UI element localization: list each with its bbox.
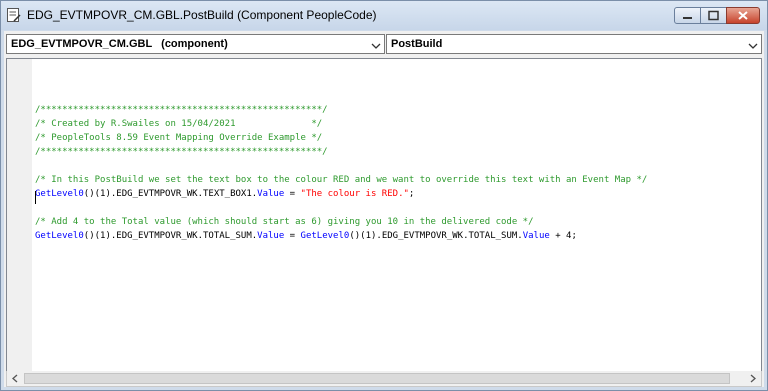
code-token: ()(1).EDG_EVTMPOVR_WK.TOTAL_SUM.	[349, 231, 523, 241]
chevron-down-icon[interactable]	[747, 39, 759, 51]
code-window-icon	[7, 8, 21, 23]
code-token: =	[284, 189, 301, 199]
code-area[interactable]: /***************************************…	[35, 61, 761, 371]
minimize-icon	[675, 8, 700, 23]
code-token: ;	[408, 189, 415, 199]
code-token: Value	[257, 231, 285, 241]
code-token: =	[284, 231, 301, 241]
code-editor[interactable]: /***************************************…	[6, 58, 762, 372]
code-token: ()(1).EDG_EVTMPOVR_WK.TOTAL_SUM.	[83, 231, 258, 241]
code-token: "The colour is RED."	[300, 189, 409, 199]
close-icon	[727, 8, 759, 23]
code-line: GetLevel0()(1).EDG_EVTMPOVR_WK.TOTAL_SUM…	[35, 229, 761, 243]
scrollbar-thumb[interactable]	[24, 373, 730, 384]
minimize-button[interactable]	[674, 7, 701, 24]
maximize-icon	[701, 8, 726, 23]
event-select-value: PostBuild	[391, 38, 443, 50]
text-caret	[35, 191, 36, 204]
code-line: /* Add 4 to the Total value (which shoul…	[35, 215, 761, 229]
code-token: /***************************************…	[35, 147, 328, 157]
peoplecode-editor-window: EDG_EVTMPOVR_CM.GBL.PostBuild (Component…	[0, 0, 768, 391]
horizontal-scrollbar[interactable]	[6, 371, 762, 387]
code-token: Value	[522, 231, 550, 241]
scroll-left-icon[interactable]	[7, 371, 23, 386]
code-token: /* PeopleTools 8.59 Event Mapping Overri…	[35, 133, 323, 143]
code-line: GetLevel0()(1).EDG_EVTMPOVR_WK.TEXT_BOX1…	[35, 187, 761, 201]
code-token: + 4;	[549, 231, 577, 241]
code-line: /* PeopleTools 8.59 Event Mapping Overri…	[35, 131, 761, 145]
scroll-right-icon[interactable]	[745, 371, 761, 386]
editor-gutter	[7, 59, 32, 371]
chevron-down-icon[interactable]	[370, 39, 382, 51]
code-token: Value	[257, 189, 285, 199]
code-token: GetLevel0	[300, 231, 350, 241]
close-button[interactable]	[726, 7, 760, 24]
code-token: /* Created by R.Swailes on 15/04/2021 */	[35, 119, 323, 129]
code-token: /* In this PostBuild we set the text box…	[35, 175, 648, 185]
maximize-button[interactable]	[700, 7, 727, 24]
object-select[interactable]: EDG_EVTMPOVR_CM.GBL (component)	[6, 34, 385, 54]
code-line: /* In this PostBuild we set the text box…	[35, 173, 761, 187]
client-area: EDG_EVTMPOVR_CM.GBL (component) PostBuil…	[4, 31, 764, 387]
code-token: GetLevel0	[35, 189, 84, 199]
window-title: EDG_EVTMPOVR_CM.GBL.PostBuild (Component…	[27, 8, 377, 22]
code-token: /* Add 4 to the Total value (which shoul…	[35, 217, 534, 227]
title-bar[interactable]: EDG_EVTMPOVR_CM.GBL.PostBuild (Component…	[1, 1, 767, 30]
code-line: /* Created by R.Swailes on 15/04/2021 */	[35, 117, 761, 131]
code-token: GetLevel0	[35, 231, 84, 241]
code-token: /***************************************…	[35, 105, 328, 115]
object-select-value: EDG_EVTMPOVR_CM.GBL (component)	[11, 38, 228, 50]
code-line: /***************************************…	[35, 103, 761, 117]
code-token: ()(1).EDG_EVTMPOVR_WK.TEXT_BOX1.	[83, 189, 258, 199]
code-line: /***************************************…	[35, 145, 761, 159]
event-select[interactable]: PostBuild	[386, 34, 762, 54]
